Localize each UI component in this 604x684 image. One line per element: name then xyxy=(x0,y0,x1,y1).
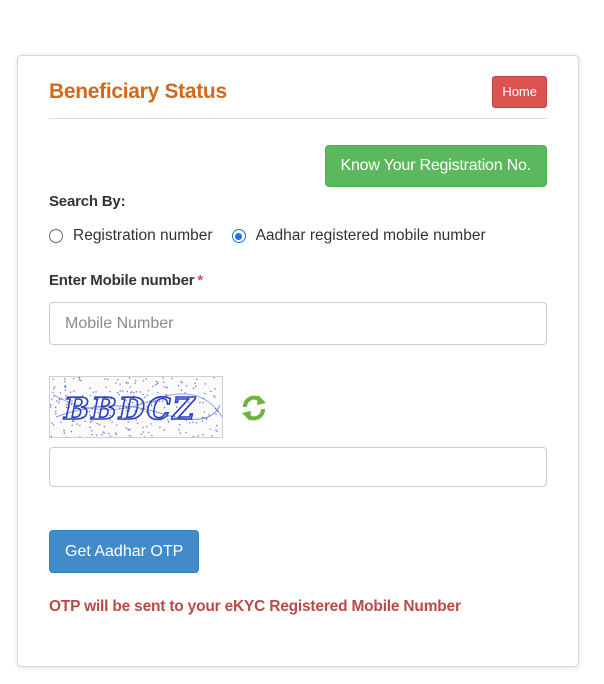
radio-registration-number[interactable] xyxy=(49,229,63,243)
captcha-image: BBDCZ xyxy=(49,376,223,438)
radio-registration-label: Registration number xyxy=(73,227,213,244)
mobile-number-label-text: Enter Mobile number xyxy=(49,272,195,289)
otp-note: OTP will be sent to your eKYC Registered… xyxy=(49,598,461,615)
mobile-number-label: Enter Mobile number * xyxy=(49,272,203,289)
radio-option-registration[interactable]: Registration number xyxy=(49,227,213,245)
radio-aadhar-mobile-label: Aadhar registered mobile number xyxy=(255,227,486,244)
search-by-label: Search By: xyxy=(49,193,126,210)
captcha-input[interactable] xyxy=(49,447,547,487)
captcha-graphic: BBDCZ xyxy=(50,377,222,437)
radio-aadhar-mobile[interactable] xyxy=(231,229,246,243)
search-by-options: Registration number Aadhar registered mo… xyxy=(49,227,505,245)
header-divider xyxy=(49,118,547,119)
refresh-icon[interactable] xyxy=(239,393,269,423)
mobile-number-input[interactable] xyxy=(49,302,547,345)
captcha-text: BBDCZ xyxy=(63,392,197,427)
know-registration-button[interactable]: Know Your Registration No. xyxy=(324,145,547,187)
page-title: Beneficiary Status xyxy=(49,80,227,103)
radio-option-mobile[interactable]: Aadhar registered mobile number xyxy=(231,227,486,245)
beneficiary-status-card: Beneficiary Status Home Know Your Regist… xyxy=(17,55,579,667)
required-mark: * xyxy=(197,272,204,289)
get-aadhar-otp-button[interactable]: Get Aadhar OTP xyxy=(49,530,200,573)
home-button[interactable]: Home xyxy=(492,76,547,108)
